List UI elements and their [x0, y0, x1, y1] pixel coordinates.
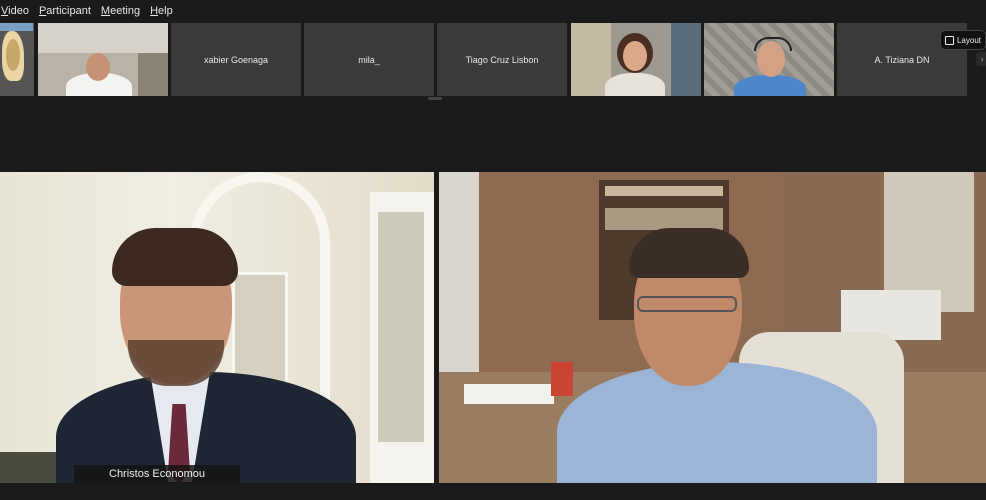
sofa: [0, 452, 60, 483]
speaker-name-tag: Christos Economou: [74, 465, 240, 483]
menu-help[interactable]: Help: [149, 5, 174, 17]
participant-name: mila_: [358, 54, 380, 65]
books-row: [605, 186, 723, 196]
calendar-icon: [944, 35, 954, 45]
person-hair: [629, 228, 749, 278]
room-window: [671, 23, 701, 96]
door-glass: [378, 212, 424, 442]
participant-tile-man-white-shirt[interactable]: [38, 23, 168, 96]
layout-button-label: Layout: [956, 35, 982, 45]
eyeglasses-icon: [637, 296, 737, 312]
main-video-left[interactable]: [0, 172, 434, 483]
menu-meeting[interactable]: Meeting: [100, 5, 141, 17]
layout-button[interactable]: Layout: [940, 30, 986, 50]
participant-tile-tiago[interactable]: Tiago Cruz Lisbon: [437, 23, 567, 96]
participant-name: xabier Goenaga: [203, 54, 269, 65]
person-hair: [112, 228, 238, 286]
participant-tile-xabier[interactable]: xabier Goenaga: [171, 23, 301, 96]
books-row: [605, 208, 723, 230]
participant-name: Tiago Cruz Lisbon: [465, 54, 539, 65]
participant-name: A. Tiziana DN: [874, 54, 930, 65]
room-ceiling: [38, 23, 168, 53]
next-page-arrow-icon[interactable]: ›: [976, 52, 986, 66]
headset-icon: [754, 37, 792, 51]
participant-tile-mila[interactable]: mila_: [304, 23, 434, 96]
participant-tile-man-headset[interactable]: [704, 23, 834, 96]
pen-cup: [551, 362, 573, 396]
map-water: [0, 23, 33, 31]
menu-bar: Video Participant Meeting Help: [0, 0, 986, 22]
room-shelf: [138, 53, 168, 96]
person-torso: [734, 75, 806, 96]
strip-resize-handle[interactable]: [428, 97, 442, 100]
participant-tile-map[interactable]: [0, 23, 34, 96]
person-head: [623, 41, 647, 71]
main-video-right[interactable]: [439, 172, 986, 483]
participant-tile-woman[interactable]: [571, 23, 701, 96]
papers-on-desk: [464, 384, 554, 404]
map-land-detail: [6, 39, 20, 71]
menu-participant[interactable]: Participant: [38, 5, 92, 17]
person-head: [86, 53, 110, 81]
menu-video[interactable]: Video: [0, 5, 30, 17]
person-torso: [605, 73, 665, 96]
